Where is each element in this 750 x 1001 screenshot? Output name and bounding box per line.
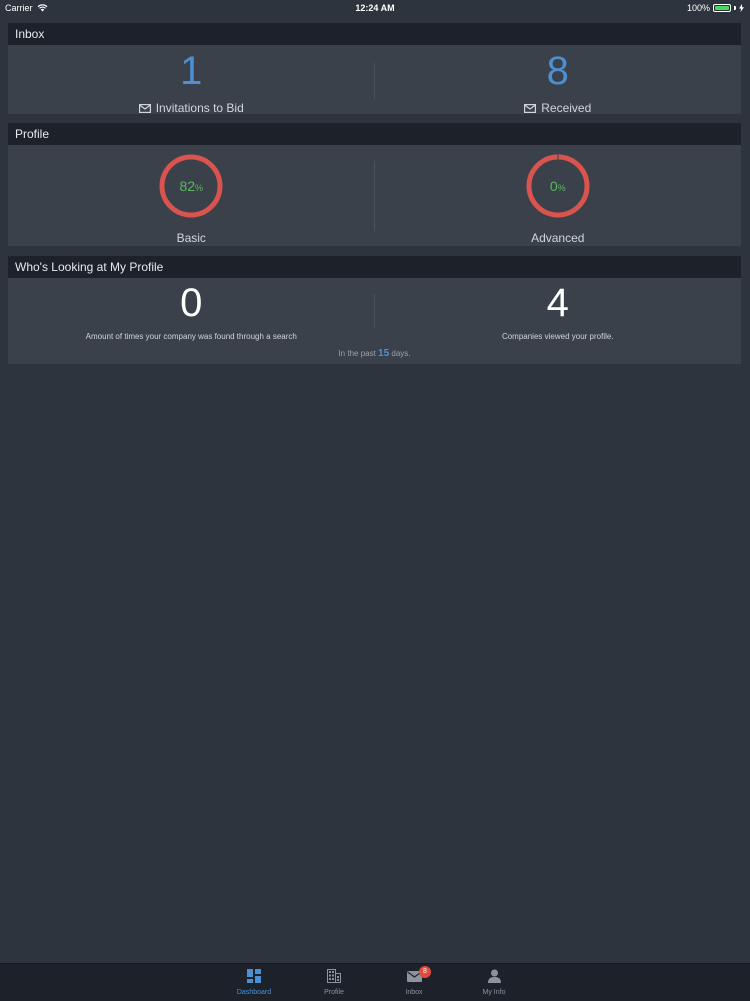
building-icon — [327, 969, 341, 983]
search-caption: Amount of times your company was found t… — [85, 332, 297, 341]
looking-title: Who's Looking at My Profile — [15, 260, 164, 274]
advanced-percent-unit: % — [557, 182, 566, 193]
invitations-to-bid-card[interactable]: 1 Invitations to Bid — [8, 45, 375, 115]
profile-panel: 82% Basic 0% Advanced — [8, 145, 742, 286]
tab-dashboard[interactable]: Dashboard — [224, 968, 284, 996]
tab-dashboard-label: Dashboard — [236, 989, 272, 996]
basic-percent-value: 82 — [179, 178, 196, 194]
tab-inbox[interactable]: 8 Inbox — [384, 966, 444, 996]
invitations-count: 1 — [180, 49, 203, 93]
envelope-icon — [138, 103, 151, 113]
received-card[interactable]: 8 Received — [375, 45, 742, 115]
basic-label: Basic — [176, 231, 206, 245]
invitations-label: Invitations to Bid — [155, 101, 244, 115]
invitations-label-row: Invitations to Bid — [8, 101, 375, 115]
tab-my-info[interactable]: My Info — [464, 968, 524, 996]
looking-panel: 0 Amount of times your company was found… — [8, 278, 741, 364]
envelope-icon — [524, 103, 537, 113]
tab-inbox-label: Inbox — [405, 989, 423, 996]
inbox-panel: 1 Invitations to Bid 8 Received — [8, 45, 742, 115]
looking-header: Who's Looking at My Profile — [8, 256, 741, 278]
advanced-percent-text: 0% — [524, 152, 592, 220]
dashboard-icon — [247, 969, 261, 983]
period-note: In the past 15 days. — [8, 348, 741, 359]
battery-tip — [734, 6, 736, 10]
period-suffix: days. — [391, 349, 411, 358]
tab-bar: Dashboard Profile 8 Inbox My Info — [0, 963, 750, 1001]
basic-profile-card[interactable]: 82% Basic — [8, 145, 375, 286]
battery-info: 100% — [687, 3, 744, 13]
tab-profile[interactable]: Profile — [304, 968, 364, 996]
basic-progress-ring: 82% — [157, 152, 225, 286]
battery-icon — [713, 4, 731, 12]
basic-percent-unit: % — [195, 182, 204, 193]
status-bar: Carrier 12:24 AM 100% — [0, 0, 750, 16]
inbox-title: Inbox — [15, 27, 45, 41]
tab-profile-label: Profile — [324, 989, 344, 996]
period-days: 15 — [378, 348, 390, 359]
period-prefix: In the past — [338, 349, 376, 358]
advanced-profile-card[interactable]: 0% Advanced — [375, 145, 742, 246]
battery-percent: 100% — [686, 3, 710, 13]
charging-bolt-icon — [739, 4, 744, 12]
advanced-percent-value: 0 — [549, 178, 558, 194]
inbox-header: Inbox — [8, 23, 741, 45]
status-time: 12:24 AM — [355, 3, 395, 13]
views-count: 4 — [546, 281, 569, 325]
basic-percent-text: 82% — [157, 152, 225, 220]
views-caption: Companies viewed your profile. — [501, 332, 614, 341]
received-label: Received — [541, 101, 592, 115]
inbox-badge: 8 — [419, 966, 431, 978]
search-count: 0 — [180, 281, 203, 325]
tab-my-info-label: My Info — [482, 989, 506, 996]
received-label-row: Received — [375, 101, 742, 115]
profile-header: Profile — [8, 123, 741, 145]
received-count: 8 — [546, 49, 569, 93]
person-icon — [487, 969, 501, 983]
advanced-label: Advanced — [531, 231, 585, 245]
profile-title: Profile — [15, 127, 50, 141]
advanced-progress-ring: 0% — [524, 152, 592, 220]
